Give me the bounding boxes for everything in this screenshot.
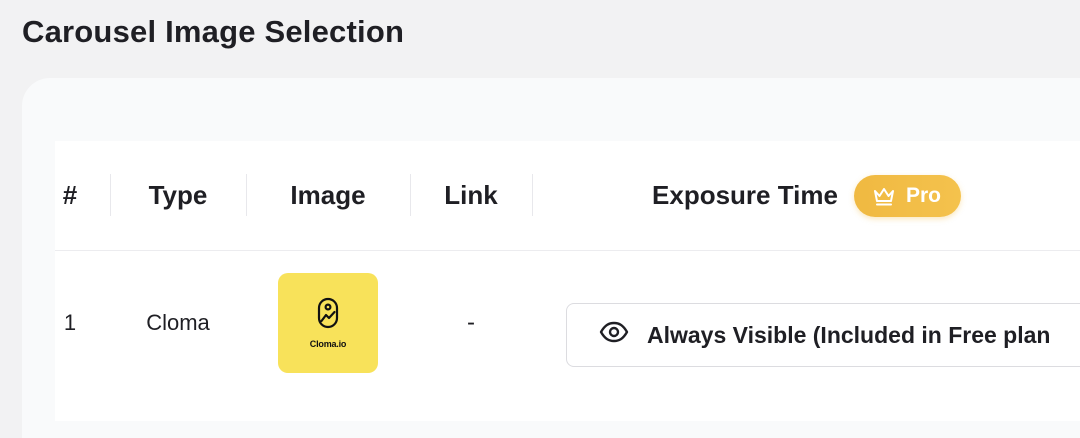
column-header-number: # xyxy=(62,180,78,210)
column-header-image: Image xyxy=(290,180,366,210)
row-number: 1 xyxy=(63,310,77,335)
row-type: Cloma xyxy=(146,310,210,335)
cloma-logo-icon xyxy=(317,297,339,335)
pro-badge[interactable]: Pro xyxy=(853,174,961,217)
column-header-type: Type xyxy=(148,180,208,210)
pro-badge-label: Pro xyxy=(905,183,941,207)
crown-icon xyxy=(872,186,896,206)
table-header: # Type Image Link Exposure Time Pro xyxy=(55,141,1080,251)
column-header-link: Link xyxy=(444,180,498,210)
table-row: 1 Cloma Cloma.io - Always Visible (Inclu… xyxy=(55,251,1080,421)
carousel-table: # Type Image Link Exposure Time Pro 1 Cl… xyxy=(55,141,1080,421)
thumbnail-caption: Cloma.io xyxy=(309,339,347,349)
eye-icon xyxy=(599,321,647,349)
exposure-time-select[interactable]: Always Visible (Included in Free plan xyxy=(566,303,1080,367)
column-header-exposure-time: Exposure Time Pro xyxy=(533,141,1080,250)
exposure-time-label: Exposure Time xyxy=(652,180,838,210)
row-link: - xyxy=(467,309,475,336)
page-title: Carousel Image Selection xyxy=(22,14,405,49)
carousel-image-thumbnail[interactable]: Cloma.io xyxy=(278,273,378,373)
row-image-cell: Cloma.io xyxy=(247,251,409,421)
exposure-time-value: Always Visible (Included in Free plan xyxy=(647,321,1051,348)
